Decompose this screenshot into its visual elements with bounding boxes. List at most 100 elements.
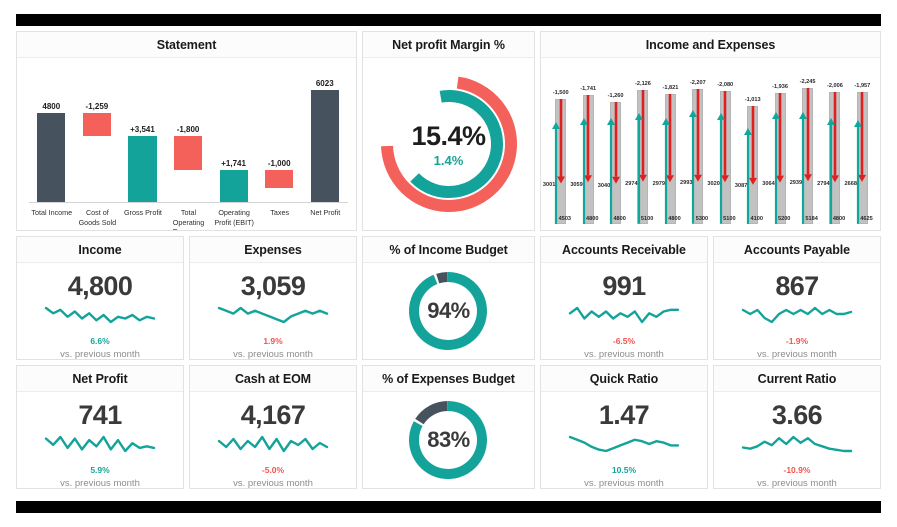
waterfall-bar[interactable] xyxy=(82,112,111,137)
waterfall-axis-line xyxy=(29,202,348,203)
waterfall-bar-label: +3,541 xyxy=(130,125,155,135)
card-accounts-receivable[interactable]: Accounts Receivable 991 -6.5% vs. previo… xyxy=(539,236,708,360)
sparkline-path xyxy=(741,435,853,453)
cash-eom-value: 4,167 xyxy=(240,400,306,430)
card-net-profit-title: Net Profit xyxy=(17,366,183,392)
quick-ratio-note: vs. previous month xyxy=(584,478,664,489)
sparkline-path xyxy=(217,306,329,324)
waterfall-bar-group: +3,541 xyxy=(124,62,161,202)
income-up-arrow xyxy=(634,113,643,224)
quick-ratio-delta: 10.5% xyxy=(611,465,637,475)
dashboard-root: Statement 4800 -1,259 +3,541 -1,800 +1,741 -1… xyxy=(0,0,897,527)
waterfall-chart: 4800 -1,259 +3,541 -1,800 +1,741 -1,000 6023 T… xyxy=(17,58,356,230)
quick-ratio-sparkline xyxy=(568,435,680,458)
card-current-ratio-title: Current Ratio xyxy=(713,366,880,392)
expenses-value: 3,059 xyxy=(240,271,306,301)
card-pct-income-budget-title: % of Income Budget xyxy=(363,237,534,263)
expenses-delta: 1.9% xyxy=(263,336,283,346)
waterfall-bar-label: 6023 xyxy=(315,79,334,88)
waterfall-bar-label: -1,000 xyxy=(267,158,291,168)
card-net-profit-margin-title: Net profit Margin % xyxy=(363,32,534,58)
net-profit-margin-donut: 15.4% 1.4% xyxy=(363,58,534,230)
card-income-title: Income xyxy=(17,237,183,263)
waterfall-category-label: Operating Profit (EBIT) xyxy=(214,208,254,227)
accounts-payable-sparkline xyxy=(741,306,853,329)
card-net-profit-margin-body: 15.4% 1.4% xyxy=(363,58,534,230)
cash-eom-sparkline xyxy=(217,435,329,458)
card-current-ratio-body: 3.66 -10.9% vs. previous month xyxy=(713,392,880,488)
card-net-profit-body: 741 5.9% vs. previous month xyxy=(17,392,183,488)
waterfall-bar[interactable] xyxy=(265,169,294,189)
card-accounts-payable-title: Accounts Payable xyxy=(713,237,880,263)
card-expenses-body: 3,059 1.9% vs. previous month xyxy=(190,263,356,360)
accounts-receivable-sparkline xyxy=(568,306,680,329)
waterfall-category-label: Total Income xyxy=(31,208,73,217)
waterfall-bar[interactable] xyxy=(173,136,203,170)
income-up-arrow xyxy=(799,112,808,224)
card-accounts-payable[interactable]: Accounts Payable 867 -1.9% vs. previous … xyxy=(712,236,881,360)
income-up-arrow xyxy=(662,117,670,224)
top-black-bar xyxy=(16,14,881,26)
card-net-profit-margin[interactable]: Net profit Margin % 15.4% 1.4% xyxy=(362,31,535,231)
card-pct-income-budget[interactable]: % of Income Budget 94% xyxy=(362,236,535,360)
income-expenses-column[interactable]: -1,741 3059 4800 xyxy=(570,60,601,228)
income-up-arrow xyxy=(607,117,616,224)
waterfall-bar[interactable] xyxy=(37,112,66,202)
income-up-arrow xyxy=(689,110,698,224)
card-income-body: 4,800 6.6% vs. previous month xyxy=(17,263,183,360)
income-expenses-column[interactable]: -2,080 3020 5100 xyxy=(707,60,739,228)
accounts-receivable-value: 991 xyxy=(602,271,646,301)
waterfall-category-label: Net Profit xyxy=(310,208,341,217)
waterfall-bar-label: -1,800 xyxy=(176,125,200,135)
sparkline-path xyxy=(44,306,156,324)
card-accounts-receivable-title: Accounts Receivable xyxy=(540,237,707,263)
waterfall-bar[interactable] xyxy=(219,169,248,202)
net-profit-value: 741 xyxy=(78,400,122,430)
card-quick-ratio-body: 1.47 10.5% vs. previous month xyxy=(540,392,707,489)
card-expenses[interactable]: Expenses 3,059 1.9% vs. previous month xyxy=(189,236,357,360)
card-net-profit[interactable]: Net Profit 741 5.9% vs. previous month xyxy=(16,365,184,489)
accounts-payable-note: vs. previous month xyxy=(757,349,837,360)
expenses-note: vs. previous month xyxy=(233,349,313,360)
card-statement-title: Statement xyxy=(17,32,356,58)
accounts-receivable-note: vs. previous month xyxy=(584,349,664,360)
income-up-arrow xyxy=(579,117,588,224)
income-up-arrow xyxy=(716,113,725,224)
pct-income-budget-donut: 94% xyxy=(363,263,534,359)
budget-donut-remaining-arc xyxy=(436,272,449,284)
income-expenses-column[interactable]: -1,500 3001 4503 xyxy=(543,60,574,228)
dashboard-grid: Statement 4800 -1,259 +3,541 -1,800 +1,741 -1… xyxy=(16,26,881,501)
card-statement[interactable]: Statement 4800 -1,259 +3,541 -1,800 +1,741 -1… xyxy=(16,31,357,231)
net-profit-margin-secondary-value: 1.4% xyxy=(433,152,464,168)
waterfall-bar-group: 4800 xyxy=(33,62,70,202)
income-up-arrow xyxy=(552,121,561,224)
card-income-expenses-body: -1,500 3001 4503 -1,741 3059 4800 -1,260 3040 48… xyxy=(541,58,880,230)
card-current-ratio[interactable]: Current Ratio 3.66 -10.9% vs. previous m… xyxy=(712,365,881,489)
waterfall-bar-label: -1,259 xyxy=(85,101,109,111)
card-accounts-payable-body: 867 -1.9% vs. previous month xyxy=(713,263,880,360)
card-cash-eom-title: Cash at EOM xyxy=(190,366,356,392)
card-pct-expenses-budget[interactable]: % of Expenses Budget 83% xyxy=(362,365,535,489)
expense-value-label: -1,957 xyxy=(854,83,871,90)
income-expenses-column[interactable]: -1,936 3064 5200 xyxy=(762,60,793,228)
card-income[interactable]: Income 4,800 6.6% vs. previous month xyxy=(16,236,184,360)
card-quick-ratio[interactable]: Quick Ratio 1.47 10.5% vs. previous mont… xyxy=(539,365,708,489)
balance-value-label: 2668 xyxy=(844,181,857,188)
charts-row: Statement 4800 -1,259 +3,541 -1,800 +1,741 -1… xyxy=(16,31,881,231)
card-quick-ratio-title: Quick Ratio xyxy=(540,366,707,392)
current-ratio-sparkline xyxy=(741,435,853,458)
kpi-row-2: Net Profit 741 5.9% vs. previous month C… xyxy=(16,365,881,489)
waterfall-bar-group: -1,259 xyxy=(78,62,115,202)
waterfall-bar[interactable] xyxy=(128,136,157,202)
waterfall-bar[interactable] xyxy=(310,90,339,202)
card-cash-eom[interactable]: Cash at EOM 4,167 -5.0% vs. previous mon… xyxy=(189,365,357,489)
cash-eom-note: vs. previous month xyxy=(233,478,313,489)
waterfall-category-label: Cost of Goods Sold xyxy=(78,208,117,227)
income-value: 4,800 xyxy=(67,271,133,301)
card-pct-income-budget-body: 94% xyxy=(363,263,534,359)
card-income-expenses[interactable]: Income and Expenses -1,500 3001 4503 -1,741… xyxy=(540,31,881,231)
quick-ratio-value: 1.47 xyxy=(598,400,650,430)
income-expenses-column[interactable]: -1,957 2668 4625 xyxy=(845,60,876,228)
income-note: vs. previous month xyxy=(60,349,140,360)
sparkline-path xyxy=(44,435,156,453)
